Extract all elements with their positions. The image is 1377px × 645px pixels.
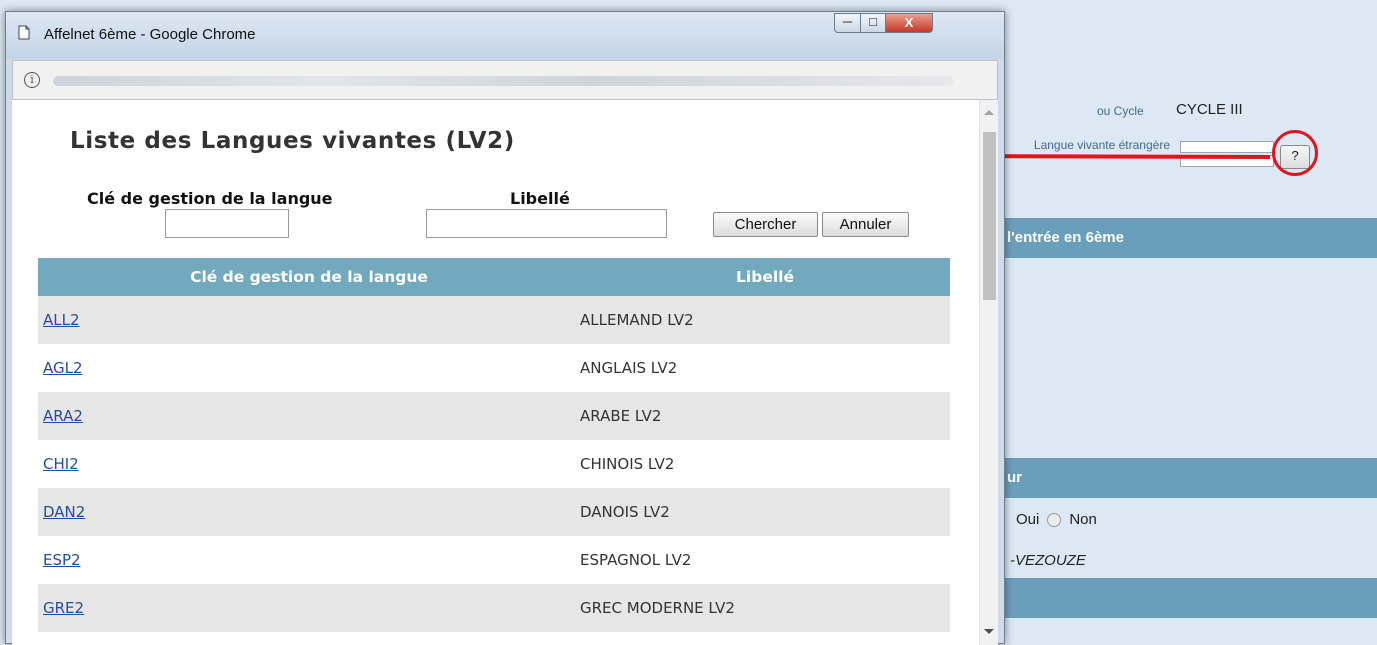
table-row: AGL2 ANGLAIS LV2 xyxy=(38,344,950,392)
filter-key-label: Clé de gestion de la langue xyxy=(87,189,333,208)
school-name: -VEZOUZE xyxy=(1010,552,1086,569)
language-key-link[interactable]: ARA2 xyxy=(43,407,83,425)
label-search-input[interactable] xyxy=(426,209,667,238)
section-header-2: ur xyxy=(1005,458,1377,498)
language-label: ANGLAIS LV2 xyxy=(580,344,950,392)
cycle-value: CYCLE III xyxy=(1176,101,1243,118)
language-key-link[interactable]: CHI2 xyxy=(43,455,79,473)
filter-label-label: Libellé xyxy=(510,189,570,208)
language-key-link[interactable]: AGL2 xyxy=(43,359,83,377)
close-button[interactable]: X xyxy=(885,13,933,33)
language-label: CHINOIS LV2 xyxy=(580,440,950,488)
minimize-button[interactable]: ─ xyxy=(834,13,861,33)
cycle-label: ou Cycle xyxy=(1097,104,1144,118)
key-search-input[interactable] xyxy=(165,209,289,238)
popup-window: Affelnet 6ème - Google Chrome ─ □ X i Li… xyxy=(5,11,1005,645)
dialog-title: Liste des Langues vivantes (LV2) xyxy=(70,128,515,154)
column-header-key[interactable]: Clé de gestion de la langue xyxy=(38,258,580,296)
radio-no[interactable] xyxy=(1047,512,1062,527)
window-title: Affelnet 6ème - Google Chrome xyxy=(44,26,256,43)
table-row: GRE2 GREC MODERNE LV2 xyxy=(38,584,950,632)
language-label: DANOIS LV2 xyxy=(580,488,950,536)
vertical-scrollbar[interactable] xyxy=(979,100,998,645)
section-header-entry: l'entrée en 6ème xyxy=(1005,218,1377,258)
languages-table: Clé de gestion de la langue Libellé ALL2… xyxy=(38,258,950,632)
page-icon xyxy=(18,25,30,40)
table-row: ESP2 ESPAGNOL LV2 xyxy=(38,536,950,584)
language-key-link[interactable]: ALL2 xyxy=(43,311,80,329)
scrollbar-thumb[interactable] xyxy=(983,132,996,300)
scroll-up-arrow-icon[interactable] xyxy=(984,110,994,115)
language-key-link[interactable]: GRE2 xyxy=(43,599,84,617)
window-titlebar[interactable]: Affelnet 6ème - Google Chrome ─ □ X xyxy=(6,12,1004,59)
yes-no-radio-group: Oui Non xyxy=(1016,511,1097,528)
page-viewport: Liste des Langues vivantes (LV2) Clé de … xyxy=(12,100,998,645)
language-label: ARABE LV2 xyxy=(580,392,950,440)
language-label: GREC MODERNE LV2 xyxy=(580,584,950,632)
table-header-row: Clé de gestion de la langue Libellé xyxy=(38,258,950,296)
cancel-button[interactable]: Annuler xyxy=(822,212,909,237)
table-row: CHI2 CHINOIS LV2 xyxy=(38,440,950,488)
column-header-label[interactable]: Libellé xyxy=(580,258,950,296)
language-label: ALLEMAND LV2 xyxy=(580,296,950,344)
search-button[interactable]: Chercher xyxy=(713,212,818,237)
radio-yes-label[interactable]: Oui xyxy=(1016,511,1039,528)
blurred-url xyxy=(53,76,953,86)
address-bar[interactable]: i xyxy=(12,60,998,100)
scroll-down-arrow-icon[interactable] xyxy=(984,629,994,634)
section-header-3 xyxy=(1005,578,1377,618)
radio-no-label[interactable]: Non xyxy=(1069,511,1097,528)
language-key-link[interactable]: ESP2 xyxy=(43,551,81,569)
table-row: ALL2 ALLEMAND LV2 xyxy=(38,296,950,344)
table-row: DAN2 DANOIS LV2 xyxy=(38,488,950,536)
language-label: ESPAGNOL LV2 xyxy=(580,536,950,584)
maximize-button[interactable]: □ xyxy=(860,13,886,33)
info-icon[interactable]: i xyxy=(24,72,40,88)
table-row: ARA2 ARABE LV2 xyxy=(38,392,950,440)
language-key-link[interactable]: DAN2 xyxy=(43,503,85,521)
